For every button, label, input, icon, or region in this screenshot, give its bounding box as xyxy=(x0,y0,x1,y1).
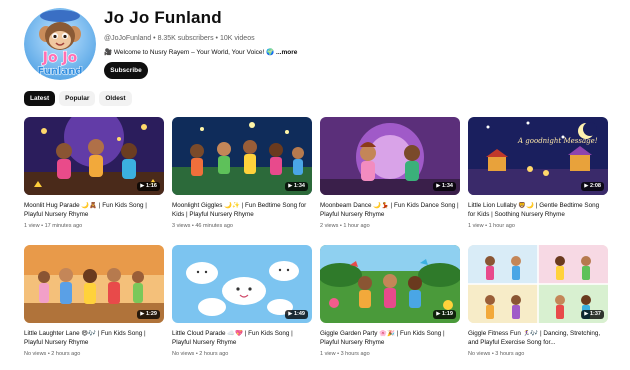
channel-meta: @JoJoFunland • 8.35K subscribers • 10K v… xyxy=(104,35,255,42)
video-thumbnail[interactable]: ▶ 1:19 xyxy=(320,245,460,323)
svg-text:Funland: Funland xyxy=(37,66,82,77)
video-title[interactable]: Moonlit Hug Parade 🌙🧸 | Fun Kids Song | … xyxy=(24,202,164,220)
video-title[interactable]: Giggle Garden Party 🌸🎉 | Fun Kids Song |… xyxy=(320,330,460,348)
globe-icon: 🌍 xyxy=(266,49,277,56)
video-duration: ▶ 2:08 xyxy=(581,182,604,191)
clapper-icon: 🎥 xyxy=(104,49,114,56)
chip-oldest[interactable]: Oldest xyxy=(99,91,132,106)
channel-handle: @JoJoFunland xyxy=(104,35,152,42)
video-meta: No views • 2 hours ago xyxy=(172,351,229,357)
upload-age: 1 hour ago xyxy=(488,223,515,229)
video-meta: 3 views • 46 minutes ago xyxy=(172,223,233,229)
video-duration: ▶ 1:29 xyxy=(137,310,160,319)
video-title[interactable]: Giggle Fitness Fun 🏃‍♀️🎶 | Dancing, Stre… xyxy=(468,330,608,348)
video-title[interactable]: Moonlight Giggles 🌙✨ | Fun Bedtime Song … xyxy=(172,202,312,220)
upload-age: 1 hour ago xyxy=(343,223,370,229)
channel-name: Jo Jo Funland xyxy=(104,8,222,27)
video-duration: ▶ 1:49 xyxy=(285,310,308,319)
video-thumbnail[interactable]: ▶ 1:34 xyxy=(172,117,312,195)
video-title[interactable]: Little Laughter Lane 😄🎶 | Fun Kids Song … xyxy=(24,330,164,348)
video-thumbnail[interactable]: ▶ 1:29 xyxy=(24,245,164,323)
view-count: No views xyxy=(172,351,195,357)
chip-latest[interactable]: Latest xyxy=(24,91,56,106)
channel-avatar[interactable]: Jo Jo Funland xyxy=(24,8,96,80)
view-count: No views xyxy=(468,351,491,357)
video-duration: ▶ 1:34 xyxy=(285,182,308,191)
upload-age: 46 minutes ago xyxy=(195,223,233,229)
chip-popular[interactable]: Popular xyxy=(59,91,96,106)
view-count: 1 view xyxy=(468,223,484,229)
video-meta: No views • 3 hours ago xyxy=(468,351,525,357)
upload-age: 17 minutes ago xyxy=(44,223,83,229)
video-card[interactable]: A goodnight Message! ▶ 2:08 Little Lion … xyxy=(468,117,608,230)
channel-info: Jo Jo Funland @JoJoFunland • 8.35K subsc… xyxy=(104,8,584,57)
video-title[interactable]: Little Cloud Parade ☁️💖 | Fun Kids Song … xyxy=(172,330,312,348)
video-duration: ▶ 1:37 xyxy=(581,310,604,319)
view-count: 1 view xyxy=(320,351,336,357)
video-card[interactable]: ▶ 1:16 Moonlit Hug Parade 🌙🧸 | Fun Kids … xyxy=(24,117,164,230)
subscriber-count: 8.35K subscribers xyxy=(157,35,214,42)
video-title[interactable]: Moonbeam Dance 🌙💃 | Fun Kids Dance Song … xyxy=(320,202,460,220)
video-title[interactable]: Little Lion Lullaby 🦁🌙 | Gentle Bedtime … xyxy=(468,202,608,220)
avatar-logo: Jo Jo Funland xyxy=(37,49,83,77)
video-duration: ▶ 1:19 xyxy=(433,310,456,319)
view-count: 2 views xyxy=(320,223,339,229)
video-thumbnail[interactable]: ▶ 1:16 xyxy=(24,117,164,195)
upload-age: 2 hours ago xyxy=(199,351,229,357)
video-duration: ▶ 1:34 xyxy=(433,182,456,191)
video-duration: ▶ 1:16 xyxy=(137,182,160,191)
video-meta: 1 view • 17 minutes ago xyxy=(24,223,83,229)
video-meta: No views • 2 hours ago xyxy=(24,351,81,357)
thumbnail-caption: A goodnight Message! xyxy=(518,137,598,145)
video-count: 10K videos xyxy=(219,35,255,42)
video-card[interactable]: ▶ 1:34 Moonbeam Dance 🌙💃 | Fun Kids Danc… xyxy=(320,117,460,230)
video-card[interactable]: ▶ 1:19 Giggle Garden Party 🌸🎉 | Fun Kids… xyxy=(320,245,460,358)
subscribe-button[interactable]: Subscribe xyxy=(104,62,148,79)
channel-header: Jo Jo Funland Jo Jo Funland @JoJoFunland… xyxy=(24,6,604,82)
view-count: 3 views xyxy=(172,223,191,229)
video-card[interactable]: ▶ 1:49 Little Cloud Parade ☁️💖 | Fun Kid… xyxy=(172,245,312,358)
video-card[interactable]: ▶ 1:34 Moonlight Giggles 🌙✨ | Fun Bedtim… xyxy=(172,117,312,230)
video-meta: 2 views • 1 hour ago xyxy=(320,223,370,229)
svg-text:Jo Jo: Jo Jo xyxy=(42,50,78,66)
view-count: 1 view xyxy=(24,223,40,229)
video-card[interactable]: ▶ 1:29 Little Laughter Lane 😄🎶 | Fun Kid… xyxy=(24,245,164,358)
description-text: Welcome to Nusry Rayem – Your World, You… xyxy=(113,49,265,56)
video-card[interactable]: ▶ 1:37 Giggle Fitness Fun 🏃‍♀️🎶 | Dancin… xyxy=(468,245,608,358)
view-count: No views xyxy=(24,351,47,357)
video-thumbnail[interactable]: ▶ 1:37 xyxy=(468,245,608,323)
upload-age: 2 hours ago xyxy=(51,351,81,357)
sort-chips: Latest Popular Oldest xyxy=(24,91,132,106)
video-thumbnail[interactable]: ▶ 1:34 xyxy=(320,117,460,195)
video-thumbnail[interactable]: A goodnight Message! ▶ 2:08 xyxy=(468,117,608,195)
video-meta: 1 view • 3 hours ago xyxy=(320,351,370,357)
upload-age: 3 hours ago xyxy=(495,351,525,357)
channel-description[interactable]: 🎥 Welcome to Nusry Rayem – Your World, Y… xyxy=(104,48,584,57)
upload-age: 3 hours ago xyxy=(340,351,370,357)
video-meta: 1 view • 1 hour ago xyxy=(468,223,515,229)
more-link[interactable]: ...more xyxy=(276,49,297,56)
video-thumbnail[interactable]: ▶ 1:49 xyxy=(172,245,312,323)
